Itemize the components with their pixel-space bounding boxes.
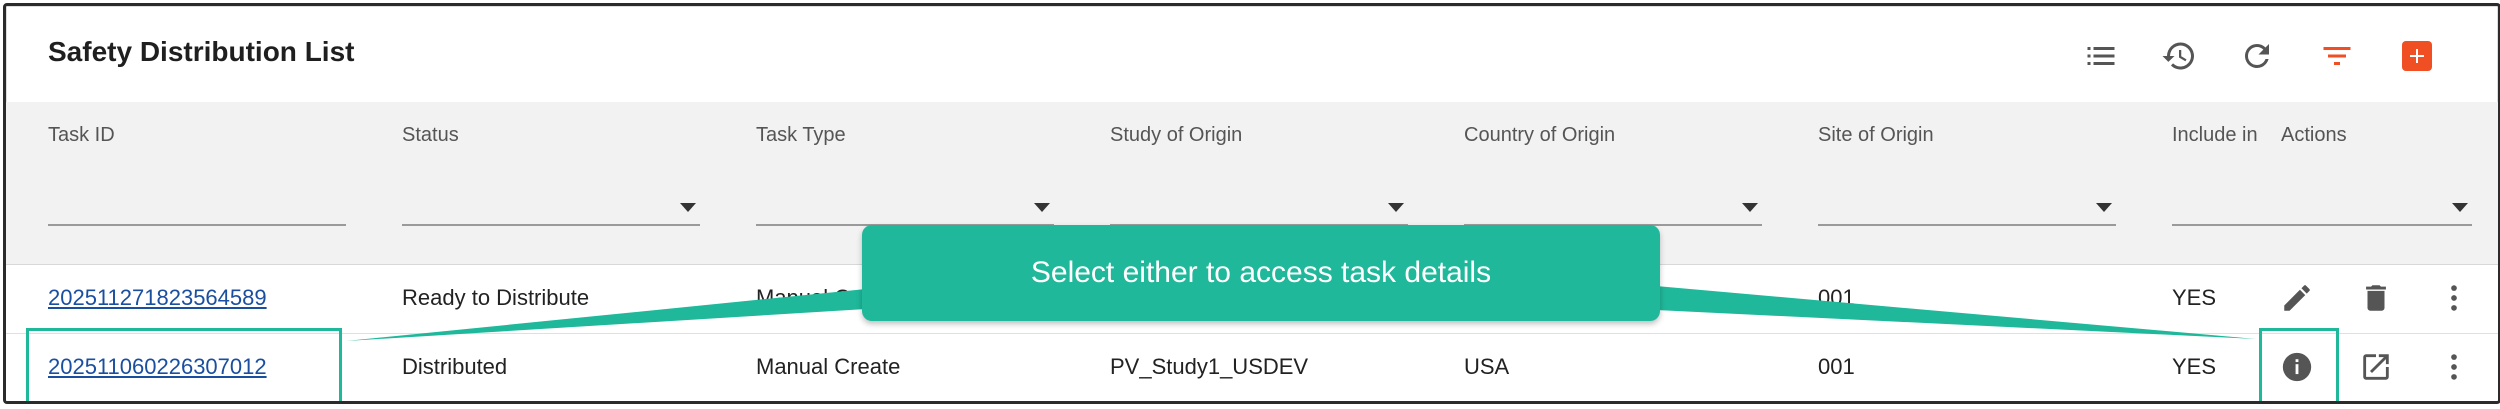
chevron-down-icon[interactable] (2452, 203, 2468, 212)
task-type-cell: Manual Create (756, 354, 901, 379)
filter-status-select[interactable] (402, 224, 700, 226)
list-view-icon[interactable] (2079, 34, 2123, 78)
column-header-study-of-origin[interactable]: Study of Origin (1110, 124, 1242, 147)
edit-icon[interactable] (2277, 278, 2317, 318)
include-cell: YES (2172, 285, 2217, 310)
more-vert-icon[interactable] (2434, 278, 2474, 318)
task-type-cell: Manual C (756, 285, 851, 310)
task-id-highlight (26, 328, 342, 401)
distribution-list-panel: Safety Distribution List Task ID Status … (3, 3, 2500, 404)
add-icon (2402, 41, 2432, 71)
chevron-down-icon[interactable] (1388, 203, 1404, 212)
info-button-highlight (2259, 328, 2339, 401)
column-header-include-in[interactable]: Include in (2172, 124, 2258, 147)
filter-icon[interactable] (2315, 34, 2359, 78)
filter-include-select[interactable] (2172, 224, 2472, 226)
column-header-country-of-origin[interactable]: Country of Origin (1464, 124, 1615, 147)
open-in-new-icon[interactable] (2356, 347, 2396, 387)
status-cell: Ready to Distribute (402, 285, 590, 310)
column-header-task-id[interactable]: Task ID (48, 124, 115, 147)
column-header-site-of-origin[interactable]: Site of Origin (1818, 124, 1934, 147)
site-cell: 001 (1818, 285, 1855, 310)
country-cell: USA (1464, 354, 1510, 379)
history-icon[interactable] (2157, 34, 2201, 78)
chevron-down-icon[interactable] (1742, 203, 1758, 212)
add-button[interactable] (2395, 34, 2439, 78)
column-header-actions: Actions (2281, 124, 2347, 146)
chevron-down-icon[interactable] (1034, 203, 1050, 212)
include-cell: YES (2172, 354, 2217, 379)
task-id-link[interactable]: 202511271823564589 (48, 285, 267, 311)
filter-site-select[interactable] (1818, 224, 2116, 226)
refresh-icon[interactable] (2235, 34, 2279, 78)
table-header-row (6, 102, 2498, 160)
chevron-down-icon[interactable] (680, 203, 696, 212)
chevron-down-icon[interactable] (2096, 203, 2112, 212)
more-vert-icon[interactable] (2434, 347, 2474, 387)
filter-task-id-input[interactable] (48, 224, 346, 226)
page-title: Safety Distribution List (48, 36, 355, 67)
status-cell: Distributed (402, 354, 508, 379)
column-header-task-type[interactable]: Task Type (756, 124, 846, 147)
callout-tooltip: Select either to access task details (862, 225, 1660, 321)
site-cell: 001 (1818, 354, 1855, 379)
delete-icon[interactable] (2356, 278, 2396, 318)
column-header-status[interactable]: Status (402, 124, 459, 147)
study-cell: PV_Study1_USDEV (1110, 354, 1309, 379)
